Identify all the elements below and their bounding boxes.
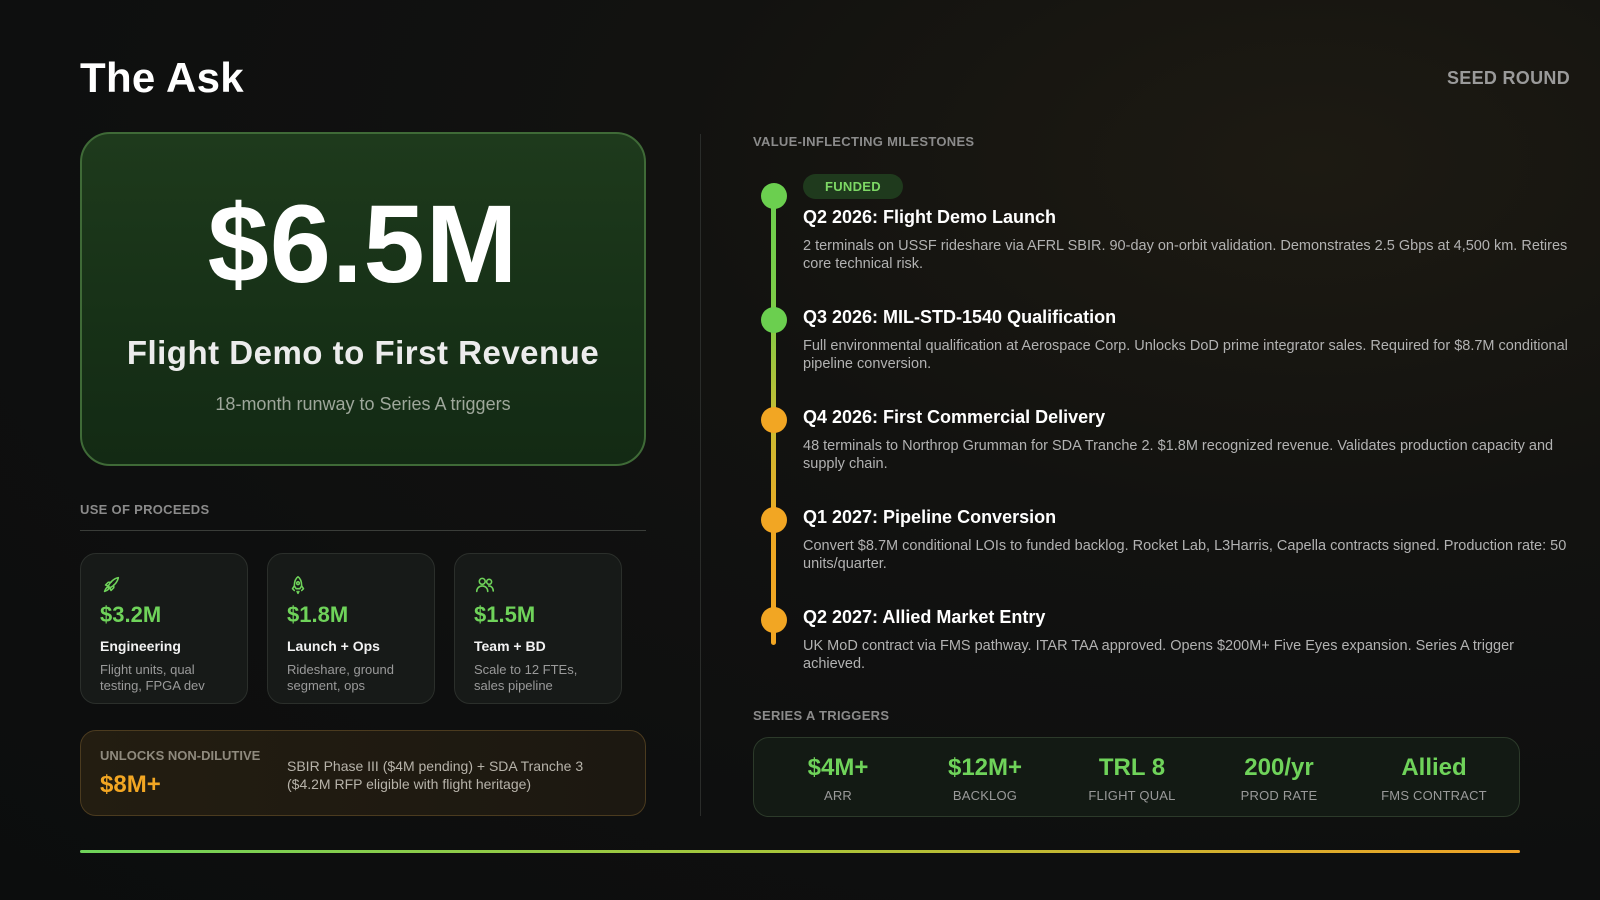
bottom-accent-bar	[80, 850, 1520, 853]
proceeds-name: Engineering	[100, 638, 181, 654]
round-label: SEED ROUND	[1446, 68, 1570, 88]
milestone-title: Q2 2027: Allied Market Entry	[803, 607, 1046, 627]
milestone-item: Q2 2026: Flight Demo Launch 2 terminals …	[803, 207, 1573, 273]
hero-card: $6.5M Flight Demo to First Revenue 18-mo…	[80, 132, 646, 466]
hero-note: 18-month runway to Series A triggers	[215, 394, 511, 414]
milestone-item: Q3 2026: MIL-STD-1540 Qualification Full…	[803, 307, 1573, 373]
proceeds-card-launch: $1.8M Launch + Ops Rideshare, ground seg…	[267, 553, 435, 704]
team-icon	[475, 577, 495, 593]
milestone-title: Q3 2026: MIL-STD-1540 Qualification	[803, 307, 1117, 327]
milestone-item: Q2 2027: Allied Market Entry UK MoD cont…	[803, 607, 1573, 673]
non-dilutive-label: UNLOCKS NON-DILUTIVE	[100, 748, 261, 763]
milestone-desc: 48 terminals to Northrop Grumman for SDA…	[803, 438, 1554, 473]
proceeds-desc: Flight units, qual testing, FPGA dev	[100, 662, 205, 694]
proceeds-card-engineering: $3.2M Engineering Flight units, qual tes…	[80, 553, 248, 704]
milestone-desc: 2 terminals on USSF rideshare via AFRL S…	[803, 238, 1568, 273]
non-dilutive-card: UNLOCKS NON-DILUTIVE $8M+ SBIR Phase III…	[80, 730, 646, 816]
hero-subtitle: Flight Demo to First Revenue	[126, 334, 600, 371]
ask-amount: $6.5M	[207, 183, 519, 306]
milestone-dot	[761, 507, 787, 533]
trigger-label: FMS CONTRACT	[1381, 788, 1487, 803]
proceeds-card-team: $1.5M Team + BD Scale to 12 FTEs, sales …	[454, 553, 622, 704]
milestone-item: Q4 2026: First Commercial Delivery 48 te…	[803, 407, 1573, 473]
milestone-dot	[761, 183, 787, 209]
milestone-dot	[761, 307, 787, 333]
proceeds-desc: Rideshare, ground segment, ops	[287, 662, 394, 694]
non-dilutive-amount: $8M+	[100, 771, 161, 798]
milestones-label: VALUE-INFLECTING MILESTONES	[753, 134, 975, 149]
proceeds-name: Launch + Ops	[287, 638, 380, 654]
triggers-panel: $4M+ ARR $12M+ BACKLOG TRL 8 FLIGHT QUAL…	[753, 737, 1520, 817]
proceeds-amount: $1.5M	[474, 602, 536, 627]
milestone-title: Q4 2026: First Commercial Delivery	[803, 407, 1106, 427]
trigger-item: Allied FMS CONTRACT	[1364, 754, 1504, 803]
page-title: The Ask	[80, 54, 244, 101]
trigger-value: $4M+	[807, 754, 869, 781]
proceeds-desc: Scale to 12 FTEs, sales pipeline	[474, 662, 578, 694]
column-divider	[700, 134, 701, 816]
launch-icon	[291, 575, 305, 595]
non-dilutive-text: SBIR Phase III ($4M pending) + SDA Tranc…	[287, 758, 584, 793]
milestone-desc: UK MoD contract via FMS pathway. ITAR TA…	[803, 638, 1514, 673]
trigger-label: PROD RATE	[1240, 788, 1318, 803]
trigger-label: ARR	[823, 788, 853, 803]
trigger-item: TRL 8 FLIGHT QUAL	[1062, 754, 1202, 803]
milestone-desc: Full environmental qualification at Aero…	[803, 338, 1568, 373]
funded-badge: FUNDED	[803, 174, 903, 199]
milestone-title: Q1 2027: Pipeline Conversion	[803, 507, 1057, 527]
trigger-value: $12M+	[947, 754, 1023, 781]
trigger-value: Allied	[1401, 754, 1467, 781]
proceeds-amount: $3.2M	[100, 602, 162, 627]
proceeds-divider	[80, 530, 646, 531]
milestone-dot	[761, 607, 787, 633]
rocket-icon	[103, 576, 120, 593]
proceeds-name: Team + BD	[474, 638, 546, 654]
trigger-item: $12M+ BACKLOG	[915, 754, 1055, 803]
milestone-title: Q2 2026: Flight Demo Launch	[803, 207, 1057, 227]
trigger-label: BACKLOG	[952, 788, 1018, 803]
trigger-value: TRL 8	[1098, 754, 1166, 781]
triggers-label: SERIES A TRIGGERS	[753, 708, 890, 723]
trigger-item: 200/yr PROD RATE	[1209, 754, 1349, 803]
milestone-dot	[761, 407, 787, 433]
proceeds-label: USE OF PROCEEDS	[80, 502, 210, 517]
trigger-item: $4M+ ARR	[768, 754, 908, 803]
trigger-label: FLIGHT QUAL	[1088, 788, 1176, 803]
proceeds-amount: $1.8M	[287, 602, 349, 627]
milestone-desc: Convert $8.7M conditional LOIs to funded…	[803, 538, 1567, 573]
trigger-value: 200/yr	[1244, 754, 1314, 781]
milestone-item: Q1 2027: Pipeline Conversion Convert $8.…	[803, 507, 1573, 573]
